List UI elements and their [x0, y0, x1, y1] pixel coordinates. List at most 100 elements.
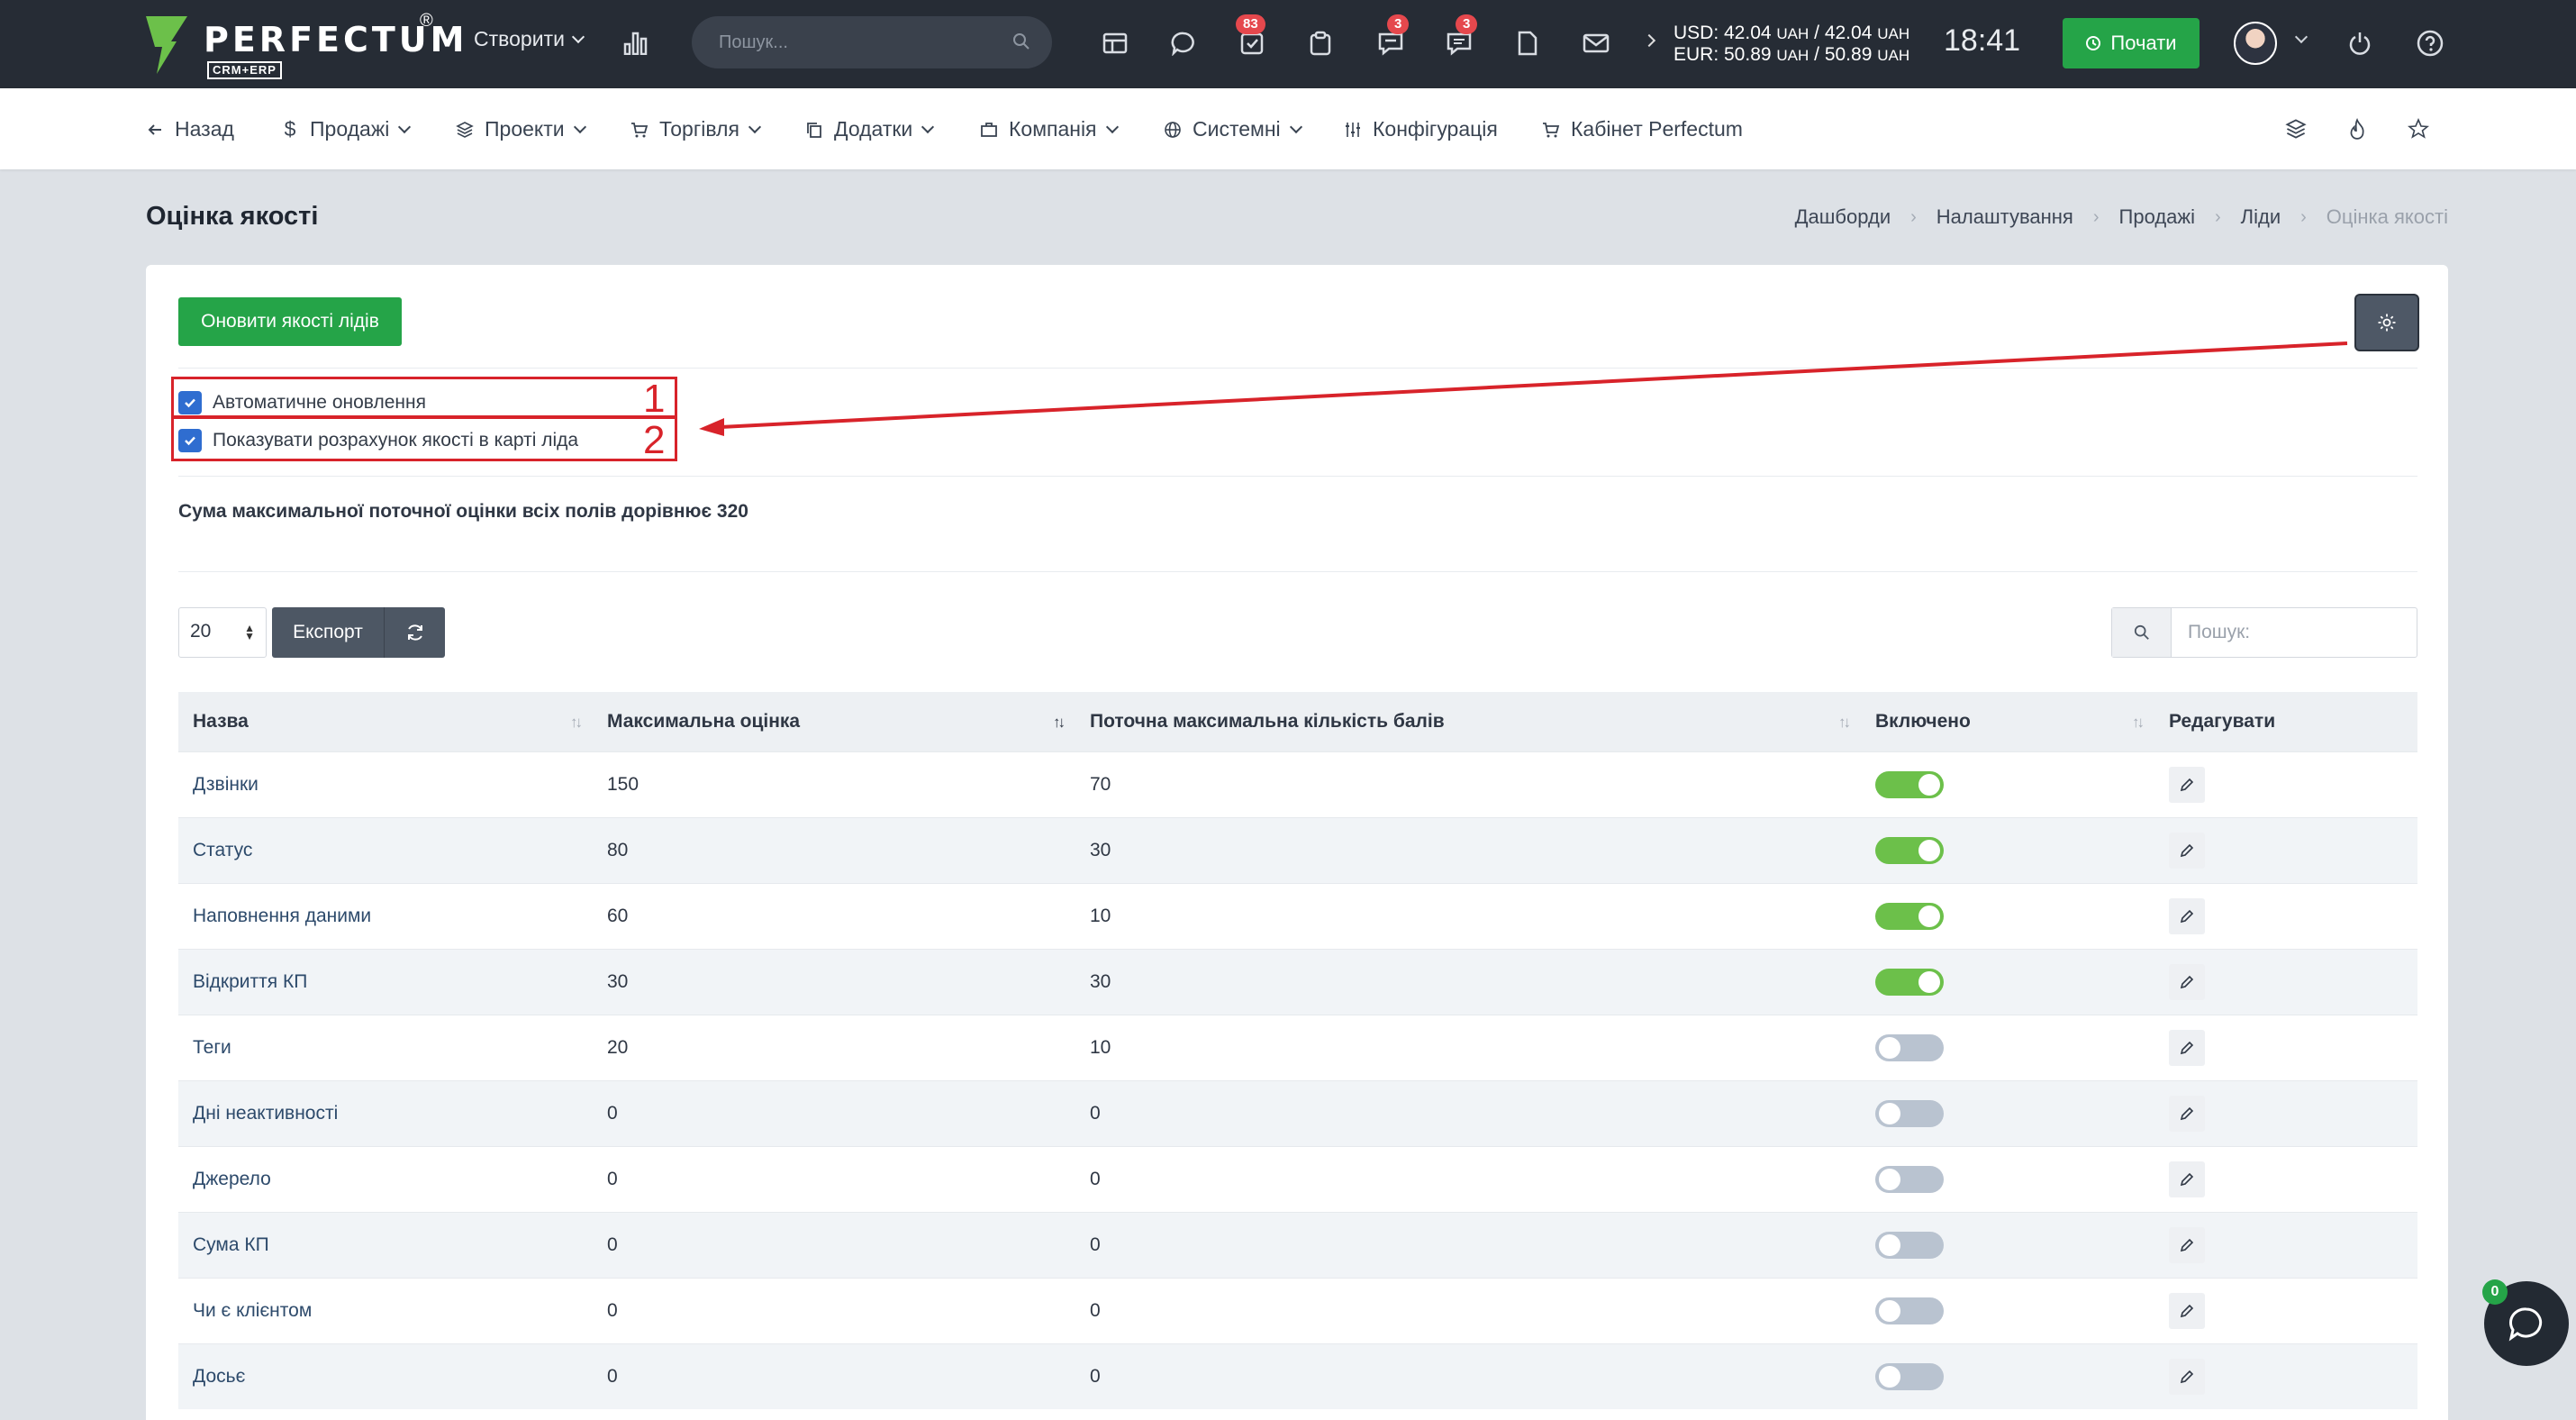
- cell-name[interactable]: Джерело: [178, 1145, 593, 1212]
- nav-system[interactable]: Системні: [1164, 117, 1302, 141]
- chat-bubble-icon[interactable]: [1167, 27, 1200, 59]
- col-enabled[interactable]: Включено ↑↓: [1861, 692, 2154, 751]
- reload-table-button[interactable]: [384, 607, 445, 658]
- power-icon[interactable]: [2344, 27, 2376, 59]
- briefcase-icon: [981, 122, 997, 137]
- table-search-input[interactable]: [2172, 608, 2415, 657]
- breadcrumb-settings[interactable]: Налаштування: [1937, 205, 2073, 229]
- dollar-icon: $: [284, 117, 296, 141]
- currency-rates: USD: 42.04 UAH / 42.04 UAH EUR: 50.89 UA…: [1673, 23, 1909, 66]
- global-search-input[interactable]: [719, 32, 1007, 53]
- enabled-toggle[interactable]: [1875, 902, 1944, 930]
- enabled-toggle[interactable]: [1875, 770, 1944, 798]
- tasks-icon[interactable]: 83: [1236, 14, 1268, 59]
- chat-badge: 0: [2482, 1279, 2508, 1305]
- enabled-toggle[interactable]: [1875, 968, 1944, 996]
- create-dropdown[interactable]: Створити: [474, 27, 585, 51]
- edit-button[interactable]: [2169, 1226, 2205, 1263]
- pencil-icon: [2180, 975, 2194, 988]
- enabled-toggle[interactable]: [1875, 836, 1944, 864]
- edit-button[interactable]: [2169, 897, 2205, 934]
- layers-icon[interactable]: [2282, 115, 2309, 142]
- enabled-toggle[interactable]: [1875, 1231, 1944, 1259]
- edit-button[interactable]: [2169, 766, 2205, 803]
- nav-addons[interactable]: Додатки: [805, 117, 935, 141]
- reports-chart-icon[interactable]: [620, 27, 652, 59]
- global-search[interactable]: [692, 16, 1052, 68]
- cell-enabled: [1861, 1014, 2154, 1080]
- page-size-select[interactable]: 20 ▲ ▼: [178, 607, 267, 658]
- cell-name[interactable]: Чи є клієнтом: [178, 1277, 593, 1343]
- refresh-lead-quality-button[interactable]: Оновити якості лідів: [178, 297, 402, 346]
- user-avatar[interactable]: [2234, 22, 2277, 65]
- col-current-max[interactable]: Поточна максимальна кількість балів ↑↓: [1075, 692, 1861, 751]
- nav-config[interactable]: Конфігурація: [1344, 117, 1498, 141]
- edit-button[interactable]: [2169, 1161, 2205, 1197]
- messages-icon[interactable]: 3: [1443, 14, 1478, 59]
- clock: 18:41: [1944, 23, 2021, 58]
- cell-name[interactable]: Дні неактивності: [178, 1079, 593, 1146]
- cell-name[interactable]: Сума КП: [178, 1211, 593, 1278]
- edit-button[interactable]: [2169, 1358, 2205, 1395]
- search-icon[interactable]: [1012, 32, 1030, 50]
- chevron-right-icon[interactable]: [1642, 33, 1656, 48]
- toggle-knob: [1918, 970, 1940, 993]
- pencil-icon: [2180, 1106, 2194, 1120]
- enabled-toggle[interactable]: [1875, 1297, 1944, 1324]
- table-row: Теги 20 10: [178, 1014, 2417, 1080]
- usd-rate: USD: 42.04 UAH / 42.04 UAH: [1673, 23, 1910, 43]
- edit-button[interactable]: [2169, 1029, 2205, 1066]
- edit-button[interactable]: [2169, 832, 2205, 869]
- cell-name[interactable]: Статус: [178, 816, 593, 883]
- cell-name[interactable]: Відкриття КП: [178, 948, 593, 1015]
- breadcrumb-dashboards[interactable]: Дашборди: [1795, 205, 1891, 229]
- edit-button[interactable]: [2169, 1095, 2205, 1132]
- document-icon[interactable]: [1511, 27, 1544, 59]
- enabled-toggle[interactable]: [1875, 1362, 1944, 1390]
- team-chat-icon[interactable]: 3: [1374, 14, 1410, 59]
- cell-max-score: 0: [593, 1343, 1075, 1409]
- breadcrumb-leads[interactable]: Ліди: [2241, 205, 2281, 229]
- cell-current-max: 0: [1075, 1145, 1861, 1212]
- enabled-toggle[interactable]: [1875, 1033, 1944, 1061]
- refresh-icon: [407, 624, 422, 641]
- edit-button[interactable]: [2169, 1292, 2205, 1329]
- score-sum-text: Сума максимальної поточної оцінки всіх п…: [178, 501, 748, 522]
- chevron-down-icon[interactable]: [2294, 30, 2308, 44]
- nav-projects[interactable]: Проекти: [456, 117, 586, 141]
- nav-company[interactable]: Компанія: [980, 117, 1119, 141]
- cell-name[interactable]: Дзвінки: [178, 751, 593, 817]
- enabled-toggle[interactable]: [1875, 1099, 1944, 1127]
- help-icon[interactable]: [2414, 27, 2446, 59]
- nav-sales[interactable]: $ Продажі: [281, 117, 412, 141]
- cell-name[interactable]: Досьє: [178, 1343, 593, 1409]
- cell-edit: [2154, 816, 2417, 883]
- chevron-down-icon: [921, 120, 935, 133]
- edit-button[interactable]: [2169, 963, 2205, 1000]
- col-max-score[interactable]: Максимальна оцінка ↑↓: [593, 692, 1075, 751]
- settings-button[interactable]: [2356, 296, 2417, 350]
- cell-name[interactable]: Наповнення даними: [178, 882, 593, 949]
- table-row: Чи є клієнтом 0 0: [178, 1277, 2417, 1343]
- star-icon[interactable]: [2405, 115, 2432, 142]
- col-name[interactable]: Назва ↑↓: [178, 692, 593, 751]
- cell-current-max: 0: [1075, 1343, 1861, 1409]
- export-button[interactable]: Експорт: [272, 607, 384, 658]
- clipboard-icon[interactable]: [1304, 27, 1337, 59]
- enabled-toggle[interactable]: [1875, 1165, 1944, 1193]
- start-timer-button[interactable]: Почати: [2063, 18, 2200, 68]
- calendar-table-icon[interactable]: [1099, 27, 1131, 59]
- nav-cabinet[interactable]: Кабінет Perfectum: [1542, 117, 1743, 141]
- chevron-down-icon: [573, 120, 586, 133]
- arrow-left-icon: [148, 123, 161, 135]
- logo[interactable]: PERFECTUM ® CRM+ERP: [144, 11, 464, 79]
- nav-trade[interactable]: Торгівля: [630, 117, 761, 141]
- breadcrumb-sales[interactable]: Продажі: [2119, 205, 2195, 229]
- cell-enabled: [1861, 1343, 2154, 1409]
- cell-name[interactable]: Теги: [178, 1014, 593, 1080]
- fire-icon[interactable]: [2344, 115, 2371, 142]
- table-search[interactable]: [2111, 607, 2417, 658]
- mail-icon[interactable]: [1580, 27, 1612, 59]
- nav-back[interactable]: Назад: [146, 117, 234, 141]
- create-label: Створити: [474, 27, 565, 50]
